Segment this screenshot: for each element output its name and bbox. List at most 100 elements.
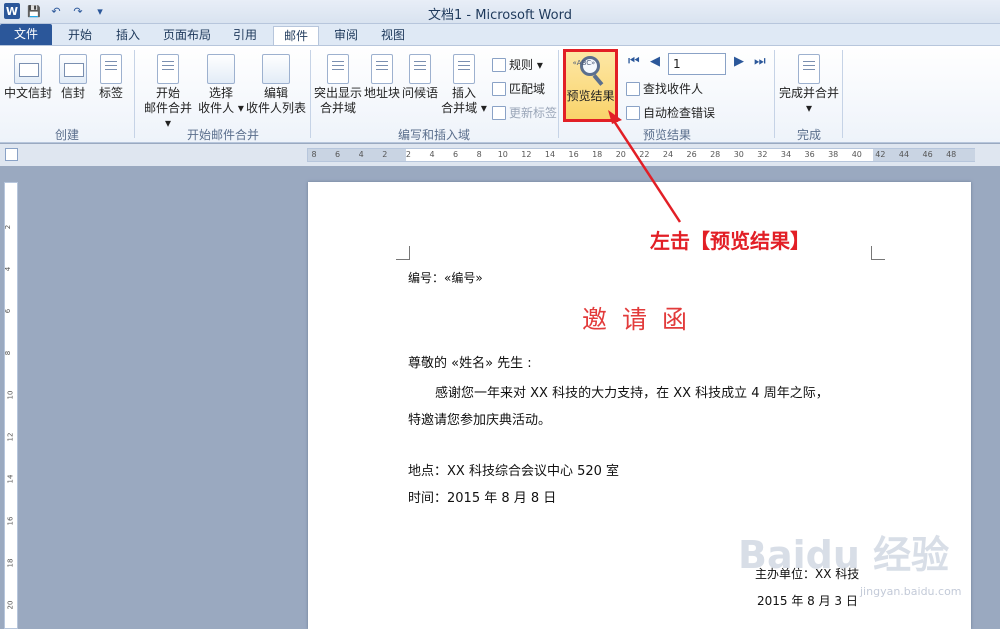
vertical-ruler-tick: 16 <box>6 516 15 526</box>
address-block-button[interactable]: 地址块 <box>364 54 400 101</box>
select-recipients-button[interactable]: 选择 收件人 ▾ <box>198 54 244 116</box>
group-label-create: 创建 <box>54 128 79 142</box>
ruler-tick: 36 <box>804 150 815 159</box>
tab-references[interactable]: 引用 <box>224 26 266 45</box>
baidu-watermark: Baidu 经验 <box>738 533 950 577</box>
vertical-ruler[interactable]: 2 4 6 8 10 12 14 16 18 20 <box>4 182 18 629</box>
rules-button[interactable]: 规则 ▾ <box>492 56 543 73</box>
ruler-tick: 2 <box>382 150 388 159</box>
highlight-merge-fields-button[interactable]: 突出显示 合并域 <box>314 54 362 116</box>
ruler-tick: 30 <box>733 150 744 159</box>
group-separator <box>842 50 843 138</box>
record-number-input[interactable]: 1 <box>668 53 726 75</box>
ruler-tick: 14 <box>544 150 556 159</box>
ruler-tick: 12 <box>521 150 532 159</box>
ruler-tick: 44 <box>898 150 910 159</box>
crop-mark <box>396 246 410 260</box>
document-title: 邀请函 <box>582 305 703 334</box>
location-line: 地点：XX 科技综合会议中心 520 室 <box>408 464 620 479</box>
number-field-line: 编号：«编号» <box>408 271 483 285</box>
ruler-tick: 2 <box>405 150 411 159</box>
group-separator <box>310 50 311 138</box>
find-recipient-button[interactable]: 查找收件人 <box>626 80 703 97</box>
tab-view[interactable]: 视图 <box>372 26 414 45</box>
find-recipient-icon <box>626 81 640 96</box>
vertical-ruler-tick: 8 <box>4 350 13 356</box>
ruler-tick: 32 <box>757 150 768 159</box>
ruler-tick: 8 <box>476 150 482 159</box>
ruler-tick: 26 <box>686 150 697 159</box>
ruler-tick: 40 <box>851 150 862 159</box>
ruler-tick: 20 <box>615 150 626 159</box>
rules-icon <box>492 57 506 72</box>
ruler-tick: 18 <box>592 150 603 159</box>
group-label-start-merge: 开始邮件合并 <box>186 128 259 142</box>
vertical-ruler-tick: 6 <box>4 308 13 314</box>
body-line-2: 特邀请您参加庆典活动。 <box>408 413 552 428</box>
last-record-icon[interactable]: ⏭ <box>754 54 766 69</box>
greeting-line-button[interactable]: 问候语 <box>402 54 438 101</box>
vertical-ruler-tick: 20 <box>6 600 15 610</box>
group-separator <box>134 50 135 138</box>
salutation-line: 尊敬的 «姓名» 先生 : <box>408 356 532 371</box>
preview-results-button[interactable]: «ABC» 预览结果 <box>563 49 618 122</box>
tab-home[interactable]: 开始 <box>58 26 102 45</box>
previous-record-icon[interactable]: ◀ <box>650 54 660 69</box>
highlight-fields-icon <box>327 54 349 84</box>
start-mail-merge-button[interactable]: 开始 邮件合并 ▾ <box>140 54 196 131</box>
labels-button[interactable]: 标签 <box>94 54 128 101</box>
insert-field-icon <box>453 54 475 84</box>
ruler-tick: 4 <box>358 150 364 159</box>
match-fields-button[interactable]: 匹配域 <box>492 80 545 97</box>
envelope-icon <box>59 54 87 84</box>
body-line-1: 感谢您一年来对 XX 科技的大力支持，在 XX 科技成立 4 周年之际， <box>435 386 829 401</box>
tab-file[interactable]: 文件 <box>0 24 52 45</box>
ruler-tick: 6 <box>335 150 341 159</box>
ruler-tick: 24 <box>662 150 674 159</box>
insert-merge-field-button[interactable]: 插入 合并域 ▾ <box>440 54 488 116</box>
update-labels-icon <box>492 105 506 120</box>
tab-mailings[interactable]: 邮件 <box>273 26 319 46</box>
labels-icon <box>100 54 122 84</box>
vertical-ruler-tick: 2 <box>4 224 13 230</box>
ruler-tick: 6 <box>453 150 459 159</box>
update-labels-button[interactable]: 更新标签 <box>492 104 557 121</box>
chinese-envelope-button[interactable]: 中文信封 <box>4 54 52 101</box>
title-bar: W 💾 ↶ ↷ ▾ 文档1 - Microsoft Word <box>0 0 1000 24</box>
first-record-icon[interactable]: ⏮ <box>628 54 640 69</box>
time-line: 时间：2015 年 8 月 8 日 <box>408 491 557 506</box>
ruler-tick: 38 <box>828 150 839 159</box>
ruler-tick: 10 <box>497 150 508 159</box>
ruler-tick: 34 <box>780 150 792 159</box>
envelope-icon <box>14 54 42 84</box>
recipients-icon <box>207 54 235 84</box>
tab-selector-icon[interactable] <box>5 148 18 161</box>
ribbon-tabs: 文件 开始 插入 页面布局 引用 邮件 审阅 视图 <box>0 24 1000 46</box>
ruler-row: 8 6 4 2 2 4 6 8 10 12 14 16 18 20 22 24 26 28 30 32 34 36 38 40… <box>0 144 1000 166</box>
group-label-finish: 完成 <box>796 128 821 142</box>
ribbon: 中文信封 信封 标签 创建 开始 邮件合并 ▾ 选择 收件人 ▾ 编辑 收件人列… <box>0 45 1000 143</box>
vertical-ruler-tick: 14 <box>6 474 15 484</box>
ruler-tick: 4 <box>429 150 435 159</box>
edit-list-icon <box>262 54 290 84</box>
ruler-tick: 42 <box>875 150 886 159</box>
finish-and-merge-button[interactable]: 完成并合并 ▾ <box>778 54 840 116</box>
tab-insert[interactable]: 插入 <box>107 26 149 45</box>
next-record-icon[interactable]: ▶ <box>734 54 744 69</box>
date-line: 2015 年 8 月 3 日 <box>757 594 858 608</box>
finish-merge-icon <box>798 54 820 84</box>
ruler-tick: 16 <box>568 150 579 159</box>
magnifier-icon: «ABC» <box>573 56 606 86</box>
auto-check-errors-button[interactable]: 自动检查错误 <box>626 104 715 121</box>
horizontal-ruler[interactable]: 8 6 4 2 2 4 6 8 10 12 14 16 18 20 22 24 26 28 30 32 34 36 38 40… <box>307 148 975 162</box>
tab-review[interactable]: 审阅 <box>325 26 367 45</box>
greeting-line-icon <box>409 54 431 84</box>
ruler-tick: 46 <box>922 150 933 159</box>
vertical-ruler-tick: 10 <box>6 390 15 400</box>
group-label-preview: 预览结果 <box>642 128 691 142</box>
edit-recipient-list-button[interactable]: 编辑 收件人列表 <box>246 54 306 116</box>
window-title: 文档1 - Microsoft Word <box>428 8 572 23</box>
ruler-tick: 8 <box>311 150 317 159</box>
envelope-button[interactable]: 信封 <box>56 54 90 101</box>
tab-page-layout[interactable]: 页面布局 <box>155 26 219 45</box>
